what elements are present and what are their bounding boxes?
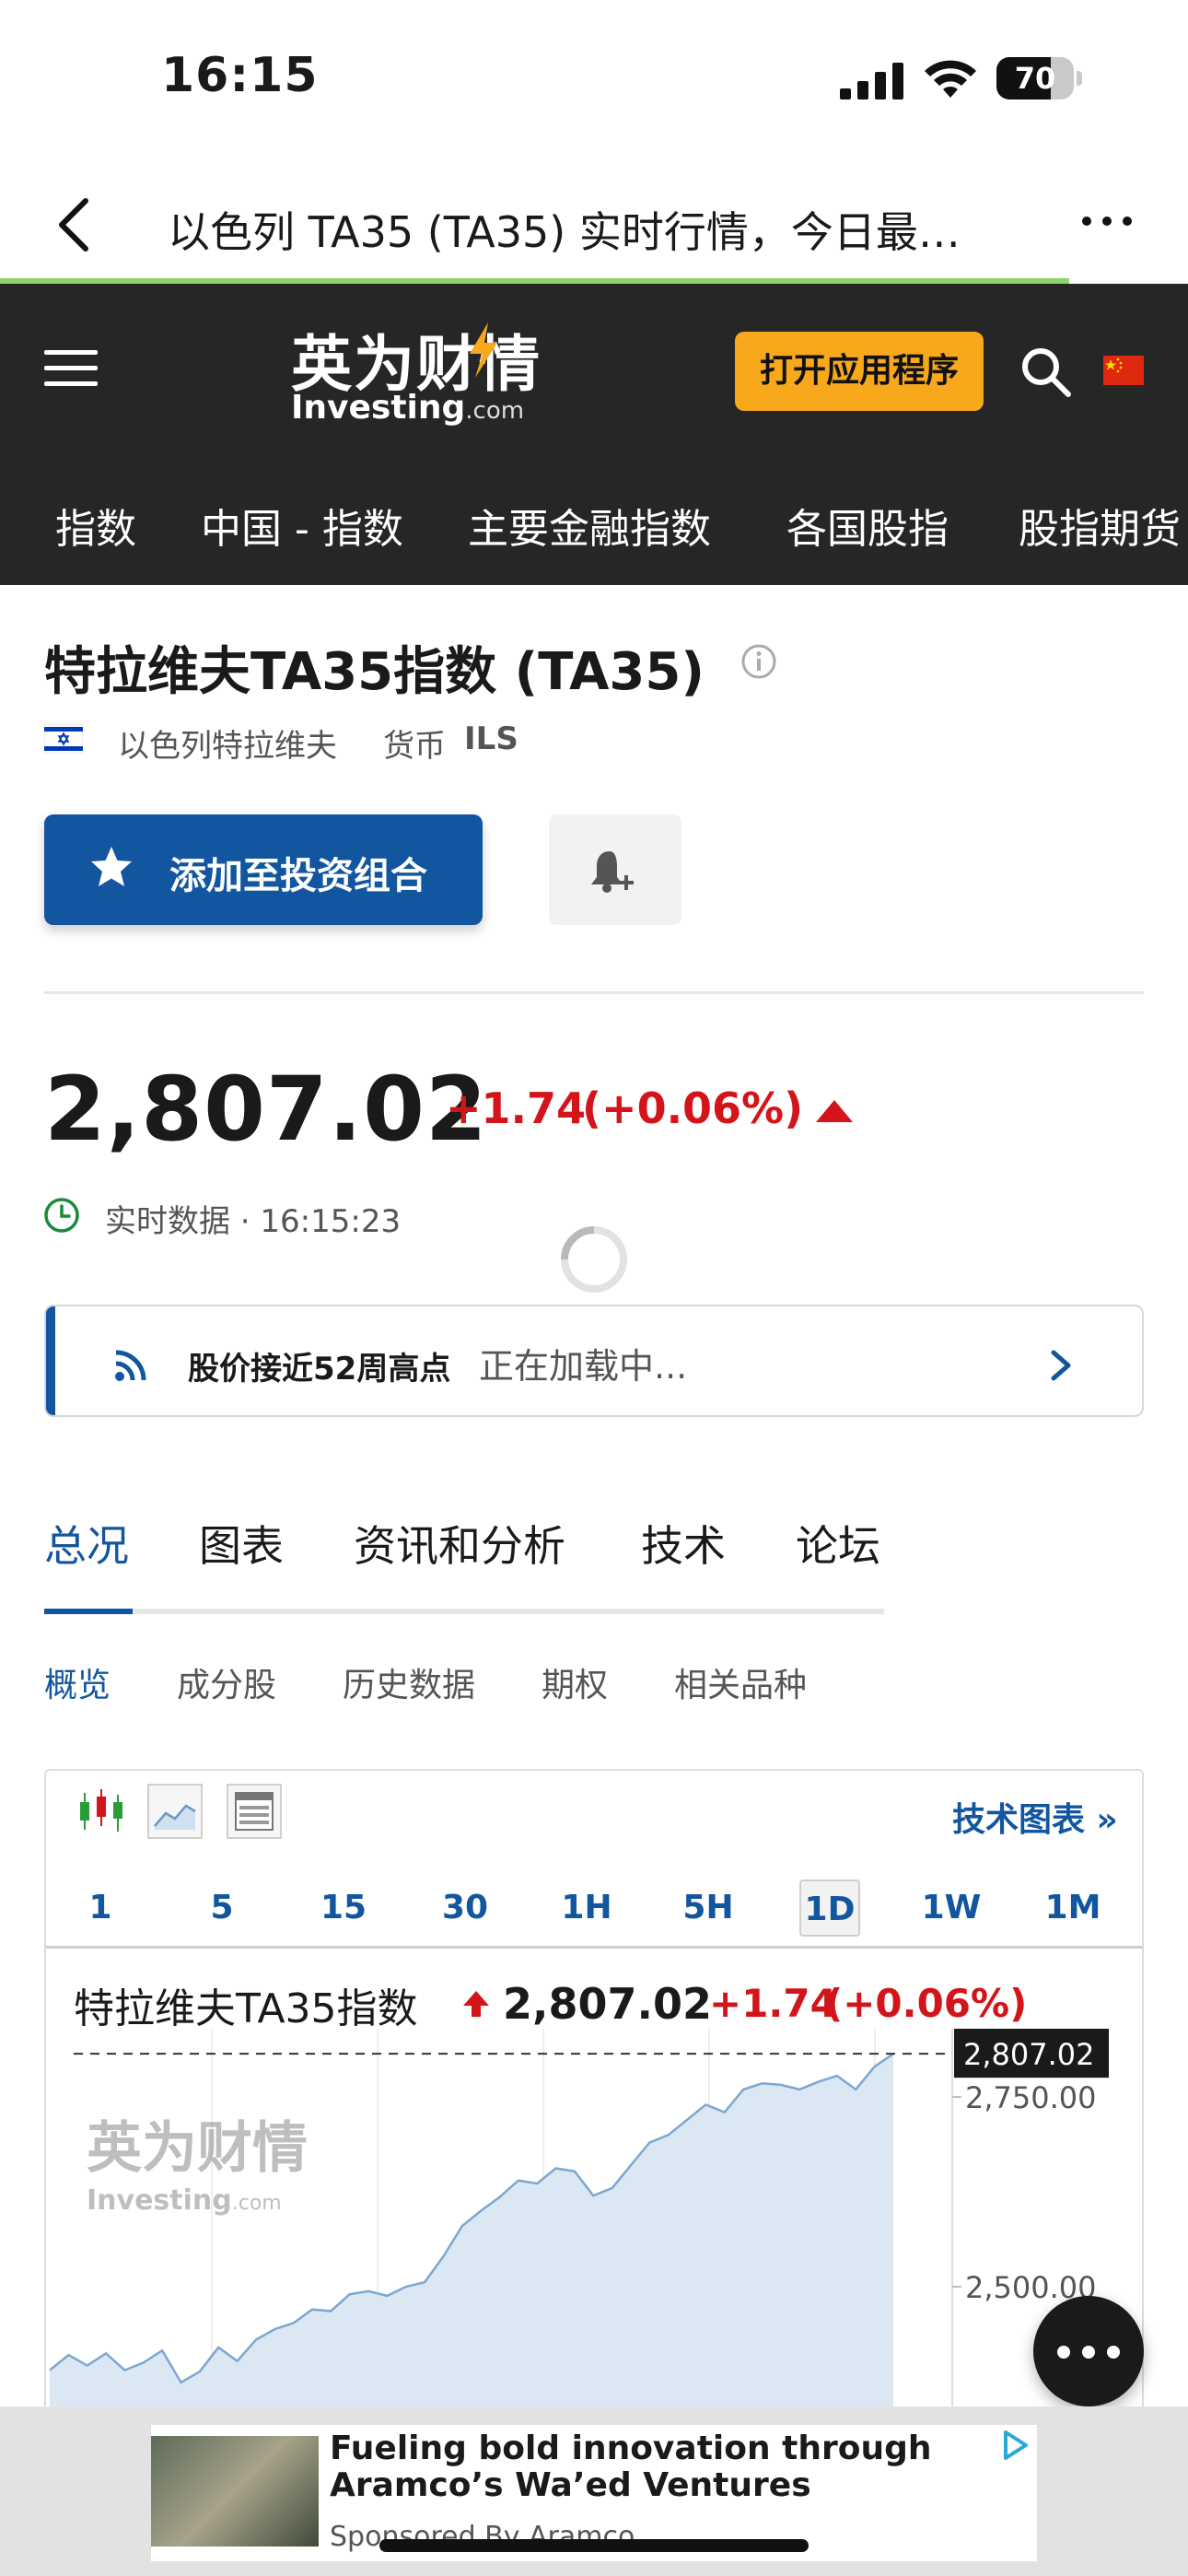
tab-technical[interactable]: 技术 bbox=[641, 1513, 726, 1574]
chevron-right-icon[interactable] bbox=[1046, 1347, 1076, 1384]
wifi-icon bbox=[925, 60, 976, 98]
area-chart-icon bbox=[154, 1804, 196, 1830]
browser-toolbar: 以色列 TA35 (TA35) 实时行情，今日最… bbox=[0, 166, 1188, 284]
timeframe-1w[interactable]: 1W bbox=[921, 1879, 982, 1937]
news-ticker[interactable]: 股价接近52周高点 正在加载中... bbox=[44, 1305, 1144, 1417]
exchange-name: 以色列特拉维夫 bbox=[118, 728, 337, 765]
tab-news-analysis[interactable]: 资讯和分析 bbox=[354, 1513, 565, 1574]
area-chart-button[interactable] bbox=[147, 1784, 203, 1839]
logo-bolt-icon bbox=[470, 322, 497, 378]
news-loading-text: 正在加载中... bbox=[479, 1346, 688, 1387]
nav-item-indices[interactable]: 指数 bbox=[55, 496, 136, 555]
site-header: 英为财情 Investing.com 打开应用程序 指数 中国 - 指数 主要金… bbox=[0, 284, 1188, 585]
timeframe-1[interactable]: 1 bbox=[70, 1879, 131, 1937]
chart-widget: 技术图表 » 1 5 15 30 1H 5H 1D 1W 1M 特拉维夫TA35… bbox=[44, 1769, 1144, 2414]
logo-english: Investing.com bbox=[291, 389, 525, 427]
adchoices-icon[interactable] bbox=[998, 2429, 1031, 2462]
nav-item-world-indices[interactable]: 各国股指 bbox=[786, 496, 949, 555]
currency-value: ILS bbox=[464, 720, 518, 757]
category-nav: 指数 中国 - 指数 主要金融指数 各国股指 股指期货 bbox=[0, 485, 1188, 568]
nav-item-index-futures[interactable]: 股指期货 bbox=[1019, 496, 1181, 555]
candlestick-icon bbox=[80, 1789, 122, 1832]
browser-page-title: 以色列 TA35 (TA35) 实时行情，今日最… bbox=[168, 207, 961, 257]
chart-watermark: 英为财情 Investing.com bbox=[87, 2116, 308, 2217]
chart-change: +1.74 bbox=[709, 1981, 837, 2026]
up-arrow-icon bbox=[816, 1100, 853, 1122]
tab-overview[interactable]: 总况 bbox=[44, 1513, 129, 1574]
news-headline-label: 股价接近52周高点 bbox=[188, 1351, 451, 1388]
nav-item-china-indices[interactable]: 中国 - 指数 bbox=[201, 496, 403, 555]
info-icon[interactable] bbox=[740, 643, 777, 680]
instrument-title: 特拉维夫TA35指数 (TA35) bbox=[44, 642, 705, 702]
watermark-english: Investing.com bbox=[87, 2184, 282, 2217]
price-change-percent: (+0.06%) bbox=[582, 1083, 804, 1133]
timeframe-1m[interactable]: 1M bbox=[1042, 1879, 1103, 1937]
last-price-badge-label: 2,807.02 bbox=[963, 2037, 1095, 2072]
more-actions-fab[interactable] bbox=[1033, 2296, 1144, 2406]
more-options-icon[interactable] bbox=[1079, 203, 1135, 240]
timeframe-1h[interactable]: 1H bbox=[556, 1879, 617, 1937]
chart-area-fill bbox=[50, 2054, 893, 2412]
tab-chart[interactable]: 图表 bbox=[199, 1513, 284, 1574]
subtab-related[interactable]: 相关品种 bbox=[674, 1658, 807, 1706]
technical-chart-link[interactable]: 技术图表 » bbox=[952, 1793, 1118, 1841]
subtab-overview[interactable]: 概览 bbox=[44, 1658, 111, 1706]
y-axis-ticks: 2,750.002,500.002,807.02 bbox=[952, 2029, 1109, 2305]
back-icon[interactable] bbox=[51, 195, 97, 254]
timeframe-5[interactable]: 5 bbox=[192, 1879, 252, 1937]
chart-instrument-name: 特拉维夫TA35指数 bbox=[74, 1985, 418, 2032]
nav-item-major-indices[interactable]: 主要金融指数 bbox=[468, 496, 711, 555]
ad-image[interactable] bbox=[151, 2436, 319, 2547]
y-tick-label: 2,750.00 bbox=[965, 2080, 1097, 2115]
subtab-historical-data[interactable]: 历史数据 bbox=[343, 1658, 475, 1706]
loading-spinner-icon bbox=[561, 1226, 627, 1293]
site-logo[interactable]: 英为财情 Investing.com bbox=[291, 315, 558, 435]
watermark-chinese: 英为财情 bbox=[87, 2116, 308, 2181]
battery-level: 70 bbox=[1014, 61, 1056, 96]
table-view-button[interactable] bbox=[227, 1784, 282, 1839]
price-change: +1.74 bbox=[446, 1083, 587, 1133]
star-icon bbox=[91, 847, 132, 886]
menu-icon[interactable] bbox=[44, 350, 98, 387]
status-bar: 16:15 70 bbox=[0, 0, 1188, 166]
table-icon bbox=[235, 1792, 274, 1831]
timeframe-divider bbox=[46, 1946, 1142, 1949]
section-divider bbox=[44, 991, 1144, 994]
up-arrow-icon bbox=[463, 1991, 489, 2017]
clock-icon bbox=[44, 1198, 79, 1233]
add-to-portfolio-button[interactable]: 添加至投资组合 bbox=[44, 814, 483, 925]
status-time: 16:15 bbox=[161, 48, 319, 103]
israel-flag-icon bbox=[44, 724, 83, 754]
last-price: 2,807.02 bbox=[44, 1058, 488, 1161]
subtab-options[interactable]: 期权 bbox=[542, 1658, 608, 1706]
battery-icon: 70 bbox=[996, 57, 1082, 100]
timeframe-30[interactable]: 30 bbox=[435, 1879, 495, 1937]
timeframe-15[interactable]: 15 bbox=[313, 1879, 374, 1937]
price-chart[interactable]: 2,750.002,500.002,807.02 英为财情 Investing.… bbox=[46, 2029, 1144, 2414]
candlestick-chart-button[interactable] bbox=[74, 1784, 129, 1839]
subtab-components[interactable]: 成分股 bbox=[177, 1658, 276, 1706]
cellular-signal-icon bbox=[840, 63, 903, 100]
home-indicator bbox=[379, 2539, 809, 2552]
china-flag-icon[interactable] bbox=[1103, 356, 1144, 385]
rss-icon bbox=[115, 1350, 146, 1381]
add-to-portfolio-label: 添加至投资组合 bbox=[169, 855, 427, 897]
add-alert-button[interactable] bbox=[549, 814, 681, 925]
chart-price: 2,807.02 bbox=[503, 1979, 712, 2029]
tab-forum[interactable]: 论坛 bbox=[796, 1513, 880, 1574]
search-icon[interactable] bbox=[1020, 346, 1072, 398]
realtime-timestamp: 实时数据 · 16:15:23 bbox=[105, 1203, 402, 1240]
currency-label: 货币 bbox=[383, 728, 446, 765]
tabs-underline bbox=[44, 1609, 884, 1614]
active-tab-indicator bbox=[44, 1609, 133, 1614]
timeframe-1d[interactable]: 1D bbox=[799, 1879, 860, 1937]
ad-headline[interactable]: Fueling bold innovation through Aramco’s… bbox=[330, 2430, 993, 2504]
bell-plus-icon bbox=[591, 851, 634, 893]
chart-change-percent: (+0.06%) bbox=[825, 1981, 1028, 2026]
timeframe-5h[interactable]: 5H bbox=[678, 1879, 739, 1937]
open-app-button[interactable]: 打开应用程序 bbox=[735, 332, 984, 411]
